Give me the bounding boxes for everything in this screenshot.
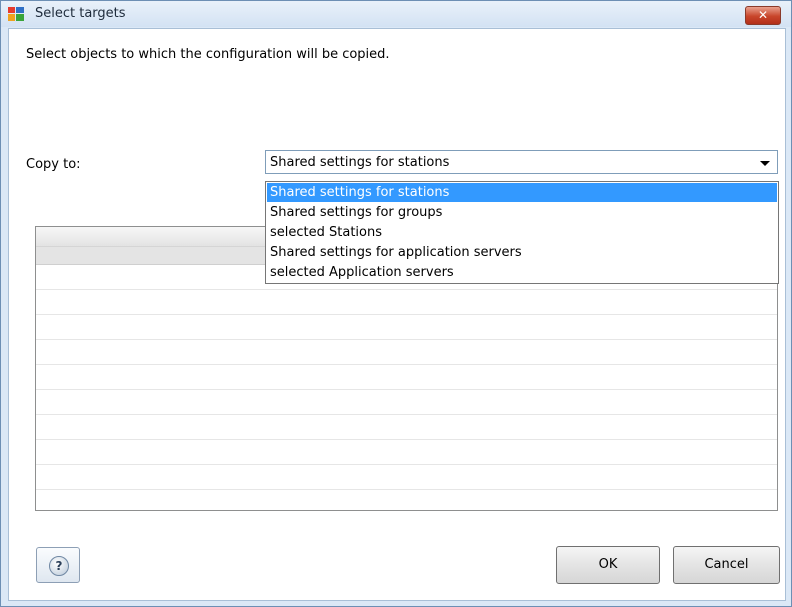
dropdown-option[interactable]: Shared settings for application servers (267, 243, 777, 262)
copy-to-combobox[interactable]: Shared settings for stations (265, 150, 778, 174)
cancel-button[interactable]: Cancel (673, 546, 780, 584)
dropdown-option[interactable]: Shared settings for stations (267, 183, 777, 202)
title-bar[interactable]: Select targets ✕ (1, 1, 791, 27)
grid-row-divider (36, 389, 777, 390)
grid-row-divider (36, 314, 777, 315)
ok-button[interactable]: OK (556, 546, 660, 584)
dropdown-option[interactable]: selected Stations (267, 223, 777, 242)
dropdown-option[interactable]: selected Application servers (267, 263, 777, 282)
close-button[interactable]: ✕ (745, 6, 781, 25)
help-icon: ? (49, 556, 69, 576)
grid-row-divider (36, 339, 777, 340)
grid-row-divider (36, 464, 777, 465)
help-button[interactable]: ? (36, 547, 80, 583)
avg-logo-icon (8, 7, 24, 21)
dropdown-option[interactable]: Shared settings for groups (267, 203, 777, 222)
window-title: Select targets (35, 6, 126, 21)
close-icon: ✕ (757, 8, 769, 22)
grid-row-divider (36, 414, 777, 415)
copy-to-selected-value: Shared settings for stations (270, 155, 450, 170)
grid-row-divider (36, 489, 777, 490)
copy-to-dropdown-list[interactable]: Shared settings for stations Shared sett… (265, 181, 779, 284)
grid-row-divider (36, 289, 777, 290)
grid-row-divider (36, 364, 777, 365)
copy-to-label: Copy to: (26, 157, 81, 172)
chevron-down-icon[interactable] (760, 161, 770, 166)
grid-row-divider (36, 439, 777, 440)
instructions-text: Select objects to which the configuratio… (26, 47, 390, 62)
